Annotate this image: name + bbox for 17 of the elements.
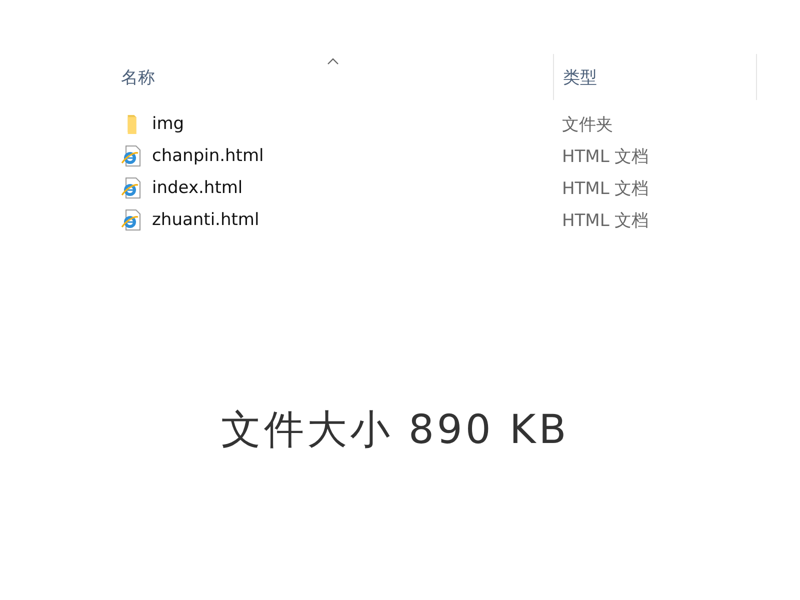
column-label: 名称	[121, 66, 155, 88]
web-document-icon	[121, 209, 143, 231]
file-name[interactable]: zhuanti.html	[152, 210, 260, 230]
web-document-icon	[121, 145, 143, 167]
file-size-caption: 文件大小 890 KB	[220, 406, 570, 455]
folder-icon	[127, 114, 137, 134]
file-type: 文件夹	[561, 114, 614, 136]
file-name[interactable]: index.html	[152, 178, 243, 198]
column-label: 类型	[563, 66, 597, 88]
column-header[interactable]: 类型	[553, 54, 757, 100]
file-type: HTML 文档	[561, 210, 650, 232]
file-type: HTML 文档	[561, 178, 650, 200]
web-document-icon	[121, 177, 143, 199]
column-header[interactable]: 名称	[112, 54, 553, 100]
file-name[interactable]: img	[152, 114, 184, 134]
file-type: HTML 文档	[561, 146, 650, 168]
file-name[interactable]: chanpin.html	[152, 146, 264, 166]
